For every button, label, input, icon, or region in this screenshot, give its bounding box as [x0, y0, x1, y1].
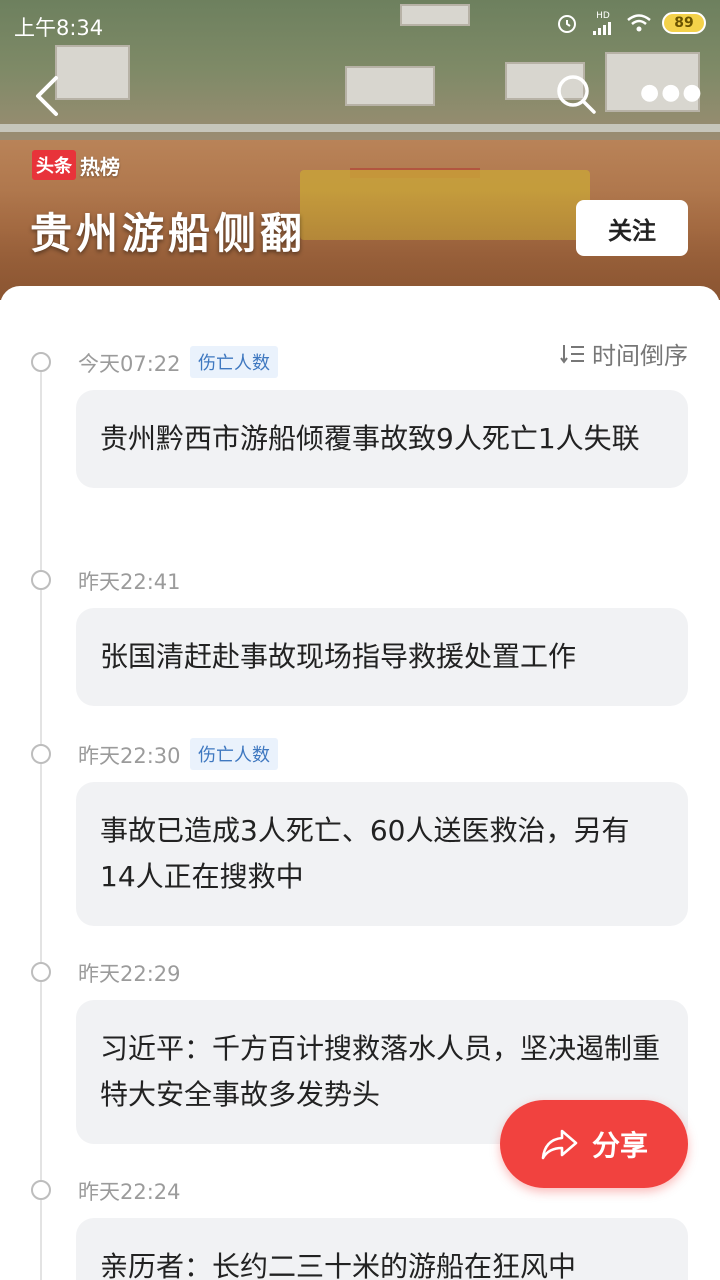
wifi-icon [626, 11, 652, 35]
item-tag[interactable]: 伤亡人数 [190, 738, 278, 770]
search-icon [557, 75, 596, 114]
sort-button[interactable]: 时间倒序 [560, 336, 688, 371]
back-button[interactable] [28, 72, 68, 120]
hero-fence [0, 124, 720, 132]
timeline-dot [31, 744, 51, 764]
hot-list-brand: 头条 热榜 [32, 150, 120, 180]
item-time: 昨天22:24 [78, 1180, 181, 1204]
page-title: 贵州游船侧翻 [30, 209, 307, 258]
signal-icon: HD [590, 11, 616, 35]
battery-indicator: 89 [662, 12, 706, 34]
timeline-dot [31, 1180, 51, 1200]
item-time: 昨天22:30 [78, 744, 181, 768]
status-bar: 上午8:34 HD 89 [0, 0, 720, 50]
timeline-dot [31, 962, 51, 982]
more-button[interactable]: ●●● [640, 80, 702, 108]
item-card[interactable]: 亲历者：长约二三十米的游船在狂风中 [76, 1218, 688, 1280]
share-label: 分享 [591, 1129, 648, 1162]
brand-tag: 头条 [32, 150, 76, 180]
timeline-line [40, 360, 42, 1280]
follow-button[interactable]: 关注 [576, 200, 688, 256]
alarm-icon [554, 11, 580, 35]
item-card[interactable]: 事故已造成3人死亡、60人送医救治，另有14人正在搜救中 [76, 782, 688, 926]
status-icons: HD 89 [554, 11, 706, 35]
chevron-left-icon [36, 76, 58, 116]
item-time: 今天07:22 [78, 352, 181, 376]
item-card[interactable]: 张国清赶赴事故现场指导救援处置工作 [76, 608, 688, 706]
more-icon: ●●● [640, 80, 704, 105]
sort-icon [560, 344, 584, 364]
search-button[interactable] [554, 72, 598, 116]
share-icon [541, 1129, 578, 1160]
network-label: HD [596, 10, 610, 21]
share-button[interactable]: 分享 [500, 1100, 688, 1188]
brand-text: 热榜 [80, 154, 120, 179]
item-tag[interactable]: 伤亡人数 [190, 346, 278, 378]
sort-label: 时间倒序 [592, 342, 688, 370]
item-time: 昨天22:41 [78, 570, 181, 594]
item-time: 昨天22:29 [78, 962, 181, 986]
item-card[interactable]: 贵州黔西市游船倾覆事故致9人死亡1人失联 [76, 390, 688, 488]
status-time: 上午8:34 [14, 16, 104, 40]
timeline-dot [31, 570, 51, 590]
hero-banner: 上午8:34 HD 89 ●●● 头条 热榜 贵州游船侧翻 关注 [0, 0, 720, 300]
timeline-dot [31, 352, 51, 372]
hero-building [345, 66, 435, 106]
